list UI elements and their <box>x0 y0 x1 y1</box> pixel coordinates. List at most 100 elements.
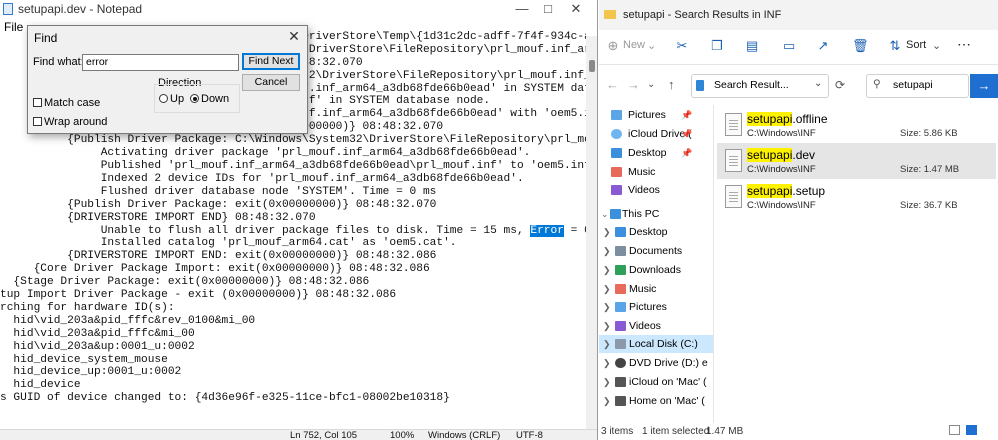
collapsed-chevron-icon[interactable]: ❯ <box>603 223 611 241</box>
file-icon <box>725 185 742 208</box>
scrollbar-thumb[interactable] <box>589 60 595 72</box>
find-dialog-title: Find <box>34 31 58 45</box>
rename-icon[interactable]: ▭ <box>783 39 795 52</box>
paste-icon[interactable]: ▤ <box>746 39 758 52</box>
tree-item-documents[interactable]: ❯ Documents <box>599 242 713 260</box>
match-case-label[interactable]: Match case <box>44 97 100 109</box>
tree-item-music[interactable]: ❯ Music <box>599 280 713 298</box>
refresh-icon[interactable]: ⟳ <box>835 78 845 92</box>
cursor-position: Ln 752, Col 105 <box>290 430 358 440</box>
find-next-button[interactable]: Find Next <box>242 53 300 70</box>
new-button[interactable]: New <box>623 39 645 51</box>
collapsed-chevron-icon[interactable]: ❯ <box>603 280 611 298</box>
selection-size: 1.47 MB <box>706 426 744 437</box>
file-size: Size: 36.7 KB <box>900 200 958 211</box>
address-bar[interactable]: Search Result... ⌄ <box>691 74 829 98</box>
cut-icon[interactable]: ✂ <box>676 39 688 52</box>
tree-item-icloud-mac[interactable]: ❯ iCloud on 'Mac' ( <box>599 373 713 391</box>
dvd-icon <box>615 358 626 368</box>
tree-item-videos-quick[interactable]: Videos <box>599 181 713 199</box>
tree-item-local-disk[interactable]: ❯ Local Disk (C:) <box>599 335 713 353</box>
tree-item-pictures-pc[interactable]: ❯ Pictures <box>599 298 713 316</box>
search-go-button[interactable]: → <box>970 74 998 98</box>
search-input[interactable]: setupapi <box>893 79 933 91</box>
collapsed-chevron-icon[interactable]: ❯ <box>603 373 611 391</box>
sort-chevron-icon[interactable]: ⌄ <box>932 39 941 52</box>
sort-icon[interactable]: ⇅ <box>889 39 901 52</box>
up-arrow-icon[interactable]: ↑ <box>668 77 675 92</box>
close-icon[interactable]: ✕ <box>563 0 589 18</box>
forward-arrow-icon[interactable]: → <box>627 77 640 92</box>
tree-item-dvd-drive[interactable]: ❯ DVD Drive (D:) e <box>599 354 713 372</box>
tree-item-this-pc[interactable]: ⌄ This PC <box>599 205 713 223</box>
notepad-title-bar[interactable]: setupapi.dev - Notepad — □ ✕ <box>0 0 597 18</box>
tree-item-downloads[interactable]: ❯ Downloads <box>599 261 713 279</box>
details-view-icon[interactable] <box>949 425 960 435</box>
file-icon <box>725 113 742 136</box>
direction-up-radio[interactable] <box>159 94 168 103</box>
expanded-chevron-icon[interactable]: ⌄ <box>601 205 609 223</box>
back-arrow-icon[interactable]: ← <box>606 77 619 92</box>
tree-item-music-quick[interactable]: Music <box>599 163 713 181</box>
desktop-icon <box>611 148 622 158</box>
sort-button[interactable]: Sort <box>906 39 926 51</box>
file-path: C:\Windows\INF <box>747 200 816 211</box>
tree-item-desktop[interactable]: ❯ Desktop <box>599 223 713 241</box>
text-after: = 0x00000020 Installed catalog 'prl_mouf… <box>0 224 586 405</box>
file-item[interactable]: setupapi.setup C:\Windows\INF Size: 36.7… <box>717 179 996 215</box>
match-case-checkbox[interactable] <box>33 98 42 107</box>
notepad-vertical-scrollbar[interactable] <box>586 36 597 430</box>
more-icon[interactable]: ⋯ <box>957 36 971 53</box>
wrap-around-checkbox[interactable] <box>33 117 42 126</box>
tree-item-pictures[interactable]: Pictures 📌 <box>599 106 713 124</box>
find-dialog: Find ✕ Find what: error Find Next Cancel… <box>27 25 308 134</box>
direction-down-radio[interactable] <box>190 94 199 103</box>
copy-icon[interactable]: ❐ <box>711 39 723 52</box>
file-path: C:\Windows\INF <box>747 128 816 139</box>
videos-icon <box>611 185 622 195</box>
explorer-title: setupapi - Search Results in INF <box>623 9 782 21</box>
find-close-icon[interactable]: ✕ <box>284 27 304 45</box>
tree-item-videos[interactable]: ❯ Videos <box>599 317 713 335</box>
network-drive-icon <box>615 377 626 387</box>
direction-down-label[interactable]: Down <box>201 93 229 105</box>
selection-count: 1 item selected <box>642 426 710 437</box>
new-icon[interactable]: ⊕ <box>607 39 619 52</box>
explorer-title-bar[interactable]: setupapi - Search Results in INF <box>599 0 998 30</box>
documents-icon <box>615 246 626 256</box>
address-chevron-icon[interactable]: ⌄ <box>814 78 822 89</box>
tiles-view-icon[interactable] <box>966 425 977 435</box>
notepad-window: setupapi.dev - Notepad — □ ✕ File 32\Dri… <box>0 0 598 440</box>
collapsed-chevron-icon[interactable]: ❯ <box>603 392 611 410</box>
pictures-icon <box>615 302 626 312</box>
collapsed-chevron-icon[interactable]: ❯ <box>603 242 611 260</box>
cancel-button[interactable]: Cancel <box>242 74 300 91</box>
search-box[interactable]: ⚲ setupapi <box>866 74 969 98</box>
collapsed-chevron-icon[interactable]: ❯ <box>603 261 611 279</box>
collapsed-chevron-icon[interactable]: ❯ <box>603 298 611 316</box>
file-item-selected[interactable]: setupapi.dev C:\Windows\INF Size: 1.47 M… <box>717 143 996 179</box>
direction-up-label[interactable]: Up <box>170 93 184 105</box>
collapsed-chevron-icon[interactable]: ❯ <box>603 335 611 353</box>
collapsed-chevron-icon[interactable]: ❯ <box>603 354 611 372</box>
tree-item-home-mac[interactable]: ❯ Home on 'Mac' ( <box>599 392 713 410</box>
find-what-input[interactable]: error <box>82 54 239 71</box>
file-icon <box>725 149 742 172</box>
wrap-around-label[interactable]: Wrap around <box>44 116 107 128</box>
tree-item-desktop-quick[interactable]: Desktop 📌 <box>599 144 713 162</box>
file-size: Size: 1.47 MB <box>900 164 960 175</box>
explorer-status-bar: 3 items 1 item selected 1.47 MB <box>599 423 998 440</box>
new-chevron-icon[interactable]: ⌄ <box>647 39 656 52</box>
share-icon[interactable]: ↗ <box>817 39 829 52</box>
maximize-icon[interactable]: □ <box>535 0 561 18</box>
delete-icon[interactable]: 🗑 <box>852 39 869 52</box>
minimize-icon[interactable]: — <box>509 0 535 18</box>
pin-icon: 📌 <box>681 129 693 139</box>
file-item[interactable]: setupapi.offline C:\Windows\INF Size: 5.… <box>717 107 996 143</box>
encoding: UTF-8 <box>516 430 543 440</box>
collapsed-chevron-icon[interactable]: ❯ <box>603 317 611 335</box>
search-icon: ⚲ <box>873 78 881 90</box>
tree-item-icloud-drive[interactable]: iCloud Drive ( 📌 <box>599 125 713 143</box>
this-pc-icon <box>610 209 621 219</box>
recent-chevron-icon[interactable]: ⌄ <box>647 79 655 90</box>
